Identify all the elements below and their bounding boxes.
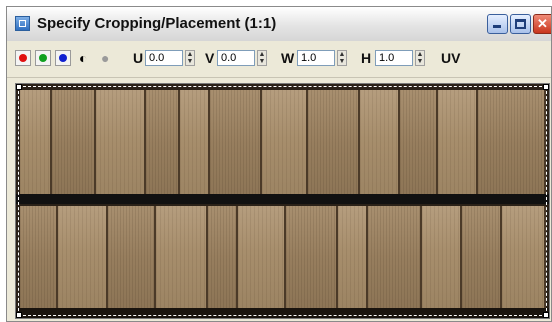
app-icon	[15, 16, 30, 31]
crop-handle-bottom-right[interactable]	[543, 312, 549, 318]
v-field[interactable]	[217, 50, 255, 66]
shingle-row	[20, 206, 546, 308]
crop-handle-bottom-left[interactable]	[16, 312, 22, 318]
u-label: U	[133, 50, 144, 66]
v-label: V	[205, 50, 215, 66]
maximize-button[interactable]	[510, 14, 531, 34]
close-button[interactable]	[533, 14, 551, 34]
crop-placement-window: Specify Cropping/Placement (1:1) ◐ ● U ▲…	[6, 6, 552, 322]
u-spinner[interactable]: ▲ ▼	[185, 50, 195, 66]
shingle-shadow	[16, 194, 549, 204]
blue-channel-toggle[interactable]	[55, 50, 71, 66]
crop-handle-top-left[interactable]	[16, 84, 22, 90]
h-spinner[interactable]: ▲ ▼	[415, 50, 425, 66]
monochrome-icon[interactable]: ◐	[79, 50, 87, 66]
minimize-button[interactable]	[487, 14, 508, 34]
v-spinner[interactable]: ▲ ▼	[257, 50, 267, 66]
shingle-shadow	[16, 308, 549, 318]
crop-handle-top-right[interactable]	[543, 84, 549, 90]
window-title: Specify Cropping/Placement (1:1)	[37, 15, 277, 32]
h-label: H	[361, 50, 372, 66]
w-label: W	[281, 50, 295, 66]
h-field[interactable]	[375, 50, 413, 66]
shingle-row	[20, 90, 546, 198]
w-field[interactable]	[297, 50, 335, 66]
uv-label[interactable]: UV	[441, 50, 460, 66]
texture-preview[interactable]	[15, 83, 550, 319]
green-channel-toggle[interactable]	[35, 50, 51, 66]
title-bar[interactable]: Specify Cropping/Placement (1:1)	[7, 7, 551, 42]
toolbar: ◐ ● U ▲▼ V ▲▼ W ▲▼ H ▲▼ UV	[7, 41, 551, 78]
w-spinner[interactable]: ▲ ▼	[337, 50, 347, 66]
alpha-icon[interactable]: ●	[101, 50, 109, 66]
red-channel-toggle[interactable]	[15, 50, 31, 66]
u-field[interactable]	[145, 50, 183, 66]
